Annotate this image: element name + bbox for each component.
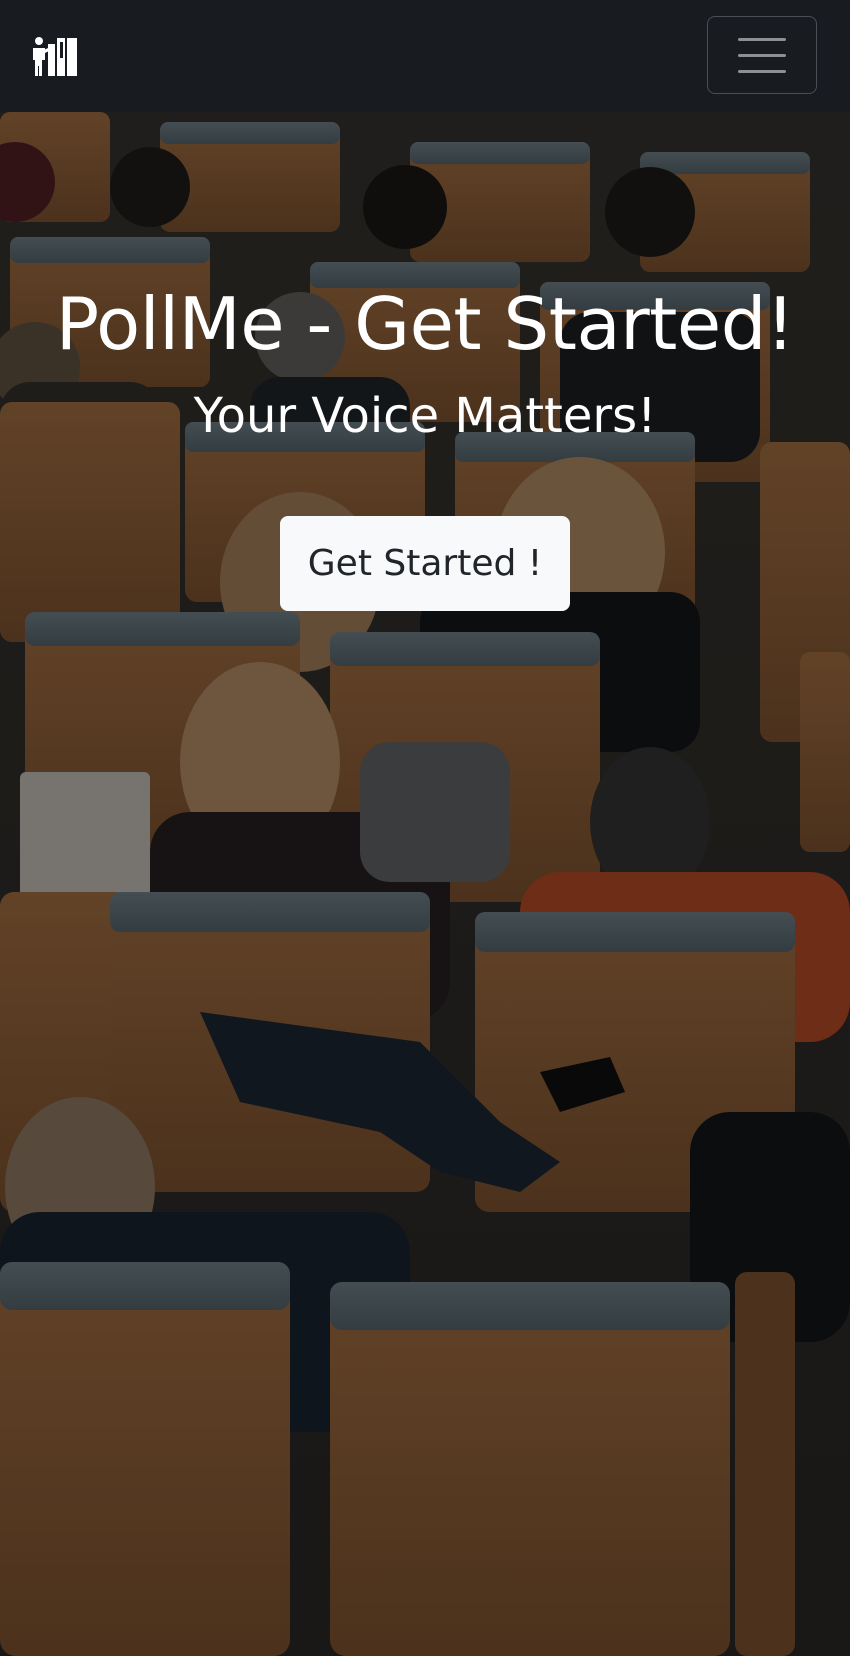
hamburger-menu-icon-bar [738, 70, 786, 73]
get-started-button[interactable]: Get Started ! [280, 516, 570, 611]
hamburger-menu-icon-bar [738, 54, 786, 57]
page: PollMe - Get Started! Your Voice Matters… [0, 0, 850, 1656]
hero-title: PollMe - Get Started! [55, 282, 795, 366]
people-voting-logo-icon[interactable] [30, 36, 78, 78]
navbar [0, 0, 850, 112]
hero-subtitle: Your Voice Matters! [193, 388, 657, 444]
hamburger-menu-icon [738, 38, 786, 41]
navbar-toggler-button[interactable] [707, 16, 817, 94]
